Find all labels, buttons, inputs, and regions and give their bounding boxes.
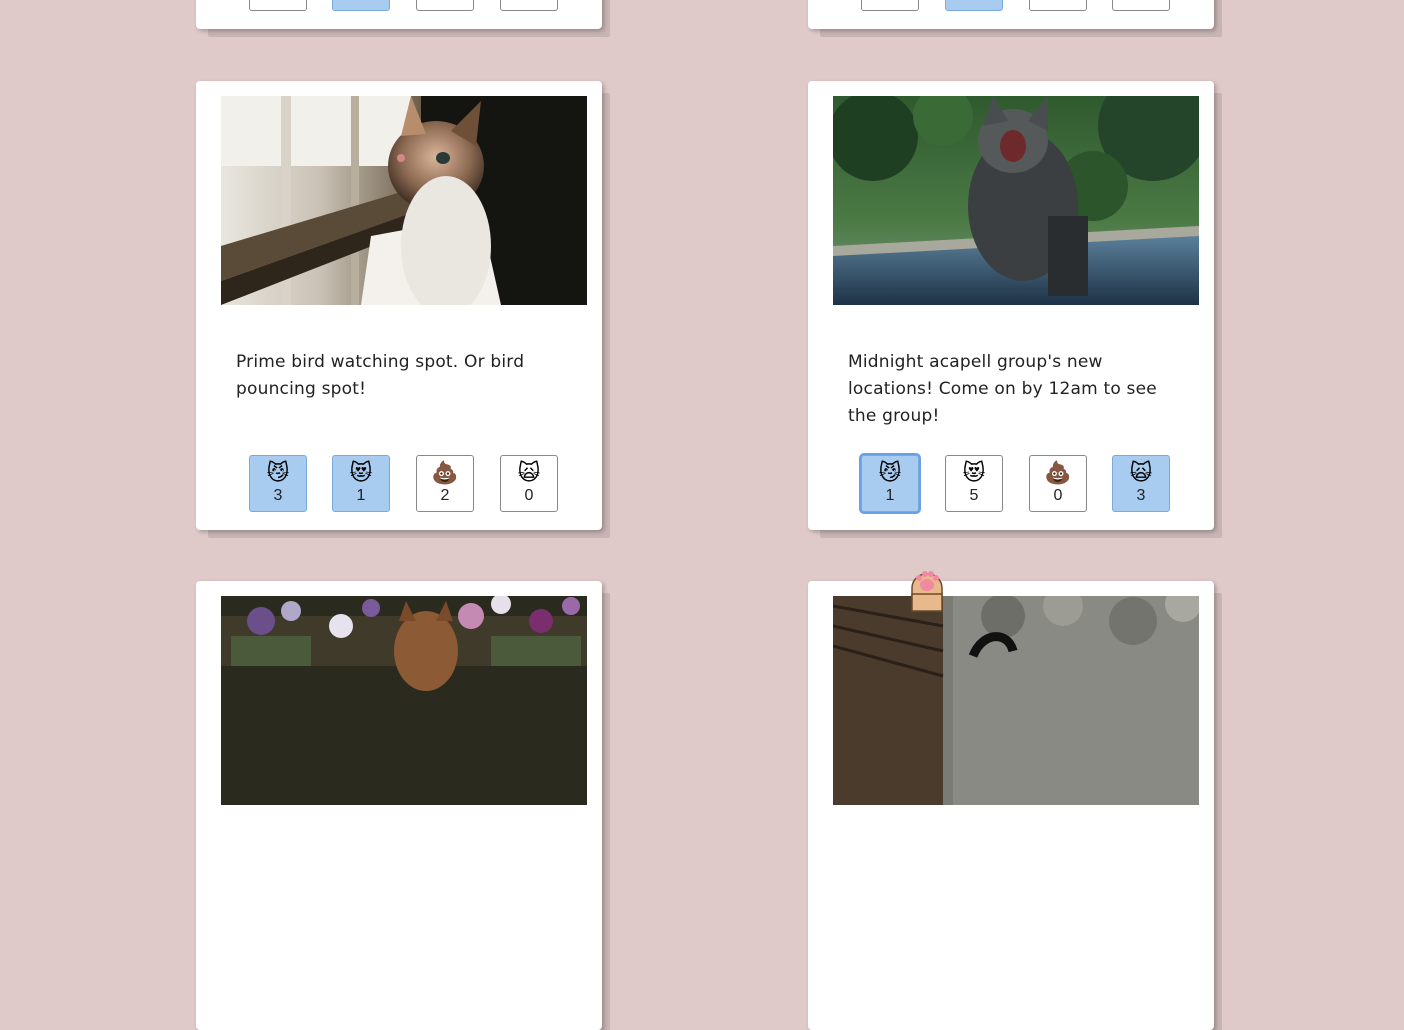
heart-eyes-cat-icon: 😻 xyxy=(962,461,986,486)
heart-eyes-cat-icon: 😻 xyxy=(349,461,373,486)
cat-paw-cursor-icon xyxy=(911,571,943,612)
post-card xyxy=(808,581,1214,1030)
cat-photo[interactable] xyxy=(833,596,1199,805)
reaction-count: 3 xyxy=(1113,0,1169,4)
post-card xyxy=(196,581,602,1030)
cat-photo[interactable] xyxy=(221,596,587,805)
reaction-count: 1 xyxy=(417,0,473,4)
post-caption: Midnight acapell group's new locations! … xyxy=(848,352,1157,426)
cat-photo[interactable] xyxy=(833,96,1199,305)
reaction-count: 5 xyxy=(969,487,979,504)
reaction-count: 2 xyxy=(250,0,306,4)
post-caption: Prime bird watching spot. Or bird pounci… xyxy=(236,352,525,399)
heart-eyes-cat-reaction-button[interactable]: 😻 6 xyxy=(945,0,1003,11)
scream-cat-reaction-button[interactable]: 🙀 0 xyxy=(500,455,558,512)
poop-icon: 💩 xyxy=(1044,461,1072,486)
poop-reaction-button[interactable]: 💩 0 xyxy=(1029,455,1087,512)
post-card: 😼 2 😻 4 💩 1 🙀 1 xyxy=(196,0,602,29)
scream-cat-icon: 🙀 xyxy=(517,461,541,486)
heart-eyes-cat-reaction-button[interactable]: 😻 5 xyxy=(945,455,1003,512)
smirk-cat-icon: 😼 xyxy=(266,461,290,486)
reaction-count: 1 xyxy=(885,487,895,504)
poop-reaction-button[interactable]: 💩 1 xyxy=(1029,0,1087,11)
scream-cat-icon: 🙀 xyxy=(1129,461,1153,486)
reaction-count: 3 xyxy=(1136,487,1146,504)
smirk-cat-icon: 😼 xyxy=(878,461,902,486)
reaction-count: 6 xyxy=(946,0,1002,4)
post-card: 😼 1 😻 6 💩 1 🙀 3 xyxy=(808,0,1214,29)
reaction-count: 1 xyxy=(501,0,557,4)
scream-cat-reaction-button[interactable]: 🙀 3 xyxy=(1112,0,1170,11)
scream-cat-reaction-button[interactable]: 🙀 3 xyxy=(1112,455,1170,512)
smirk-cat-reaction-button[interactable]: 😼 2 xyxy=(249,0,307,11)
poop-icon: 💩 xyxy=(431,461,459,486)
reaction-count: 2 xyxy=(440,487,450,504)
reaction-count: 4 xyxy=(333,0,389,4)
post-card: Prime bird watching spot. Or bird pounci… xyxy=(196,81,602,530)
smirk-cat-reaction-button[interactable]: 😼 1 xyxy=(861,455,919,512)
reaction-count: 0 xyxy=(1053,487,1063,504)
reaction-count: 1 xyxy=(862,0,918,4)
poop-reaction-button[interactable]: 💩 1 xyxy=(416,0,474,11)
cat-photo[interactable] xyxy=(221,96,587,305)
post-card: Midnight acapell group's new locations! … xyxy=(808,81,1214,530)
heart-eyes-cat-reaction-button[interactable]: 😻 4 xyxy=(332,0,390,11)
smirk-cat-reaction-button[interactable]: 😼 1 xyxy=(861,0,919,11)
poop-reaction-button[interactable]: 💩 2 xyxy=(416,455,474,512)
heart-eyes-cat-reaction-button[interactable]: 😻 1 xyxy=(332,455,390,512)
reaction-count: 3 xyxy=(273,487,283,504)
reaction-count: 1 xyxy=(1030,0,1086,4)
reaction-count: 1 xyxy=(356,487,366,504)
scream-cat-reaction-button[interactable]: 🙀 1 xyxy=(500,0,558,11)
reaction-count: 0 xyxy=(524,487,534,504)
smirk-cat-reaction-button[interactable]: 😼 3 xyxy=(249,455,307,512)
